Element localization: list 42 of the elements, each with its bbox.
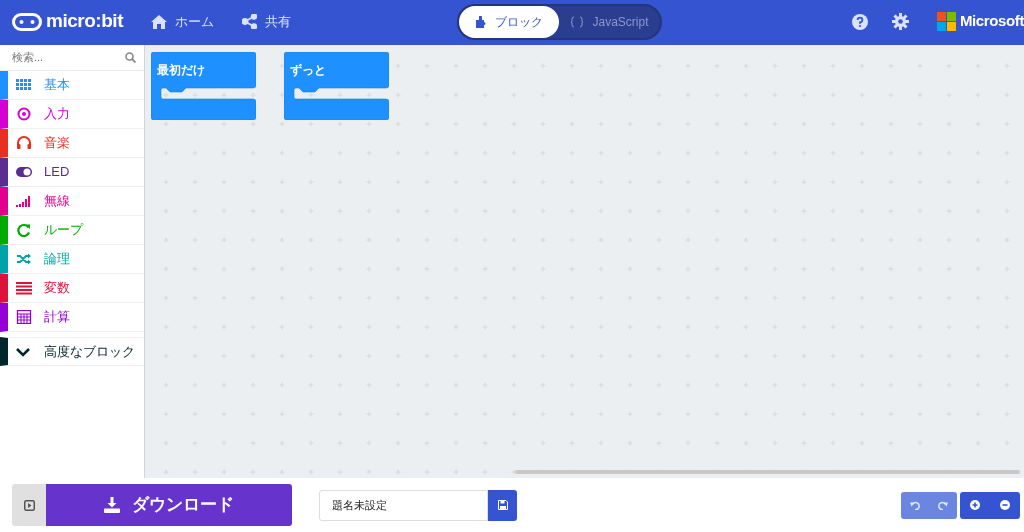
logo-text: micro:bit xyxy=(46,9,123,34)
brand-name: Microsoft xyxy=(959,11,1024,32)
block-label: 最初だけ xyxy=(157,62,205,79)
settings-icon xyxy=(891,13,909,30)
undo-icon xyxy=(910,500,920,510)
search-icon xyxy=(125,52,136,63)
help-button[interactable] xyxy=(851,13,868,30)
zoom-in-icon xyxy=(970,500,980,510)
nav-link[interactable]: 共有 xyxy=(242,11,291,32)
download-button[interactable]: ダウンロード xyxy=(46,484,292,526)
editor-tab[interactable]: JavaScript xyxy=(559,6,660,38)
zoom-out-icon xyxy=(1000,500,1010,510)
shuffle-icon xyxy=(16,252,32,266)
home-icon xyxy=(151,14,167,29)
puzzle-icon xyxy=(475,16,487,28)
headphones-icon xyxy=(16,136,32,150)
help-icon xyxy=(851,13,868,30)
signal-icon xyxy=(16,194,32,208)
share-icon xyxy=(242,14,257,29)
simulator-toggle-button[interactable] xyxy=(12,484,46,526)
download-icon xyxy=(104,497,120,513)
loop-icon xyxy=(16,223,32,237)
toggle-icon xyxy=(16,165,32,179)
braces-icon xyxy=(570,16,585,28)
project-name-field[interactable]: 題名未設定 xyxy=(319,489,488,521)
save-button[interactable] xyxy=(488,489,517,521)
nav-link[interactable]: ホーム xyxy=(151,11,214,32)
target-icon xyxy=(16,107,32,121)
editor-tab[interactable]: ブロック xyxy=(459,6,559,38)
settings-button[interactable] xyxy=(891,13,909,30)
save-icon xyxy=(497,500,508,510)
search-field[interactable]: 検索... xyxy=(12,49,125,66)
chevron-down-icon xyxy=(16,346,30,357)
list-icon xyxy=(16,281,32,295)
play-icon xyxy=(23,499,35,511)
microbit-logo-icon xyxy=(12,12,42,31)
block-label: ずっと xyxy=(290,62,326,79)
windows-logo-icon xyxy=(936,12,956,31)
grid-icon xyxy=(16,78,32,92)
scrollbar[interactable] xyxy=(515,470,1020,474)
redo-icon xyxy=(938,500,948,510)
calculator-icon xyxy=(16,310,32,324)
